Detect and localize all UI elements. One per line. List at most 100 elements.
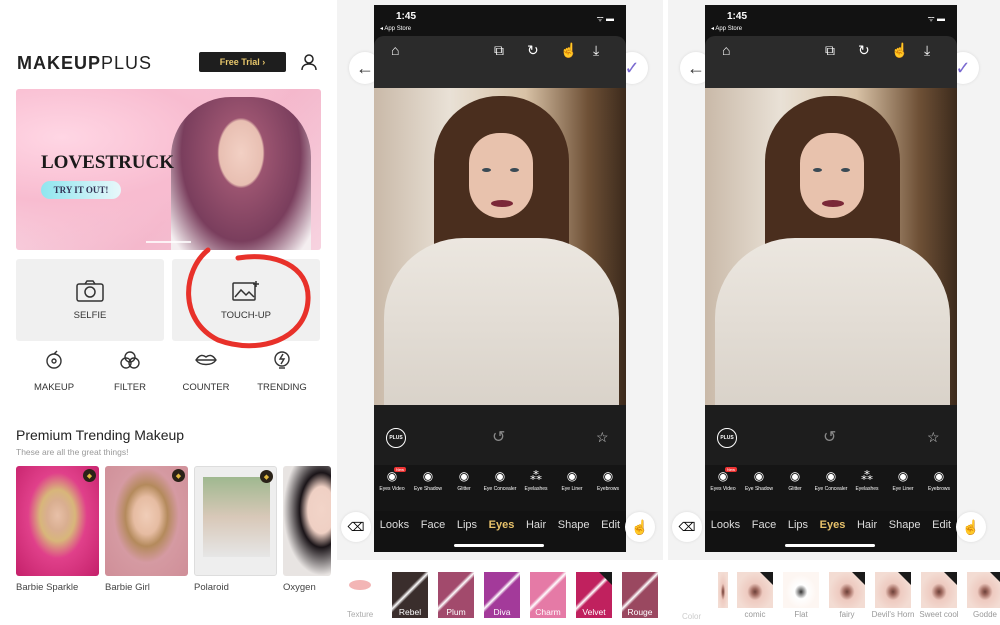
touch-icon[interactable]: ☝ [891, 42, 908, 59]
download-icon[interactable]: ⤓ [593, 42, 599, 59]
eye-feature-icon: ◉ [566, 469, 578, 483]
feature-item[interactable]: ◉ Eye Liner [554, 465, 590, 511]
portrait-photo [705, 88, 957, 408]
filter-button[interactable]: FILTER [95, 350, 165, 393]
wifi-battery-icon: ᯤ ▬ [927, 14, 945, 23]
tab-shape[interactable]: Shape [889, 519, 921, 531]
banner-model-image [171, 97, 311, 250]
feature-item[interactable]: ◉ Eyes Video New [374, 465, 410, 511]
tab-lips[interactable]: Lips [457, 519, 477, 531]
tab-hair[interactable]: Hair [526, 519, 546, 531]
counter-button[interactable]: COUNTER [171, 350, 241, 393]
download-icon[interactable]: ⤓ [924, 42, 930, 59]
reset-icon[interactable]: ↻ [858, 42, 870, 59]
premium-diamond-icon [990, 572, 1000, 585]
look-label: Polaroid [194, 582, 229, 593]
tab-edit[interactable]: Edit [932, 519, 951, 531]
feature-item[interactable]: ◉ Eye Concealer [813, 465, 849, 511]
lipstick-swatch[interactable]: Rouge [622, 572, 658, 618]
eye-style-swatch[interactable] [783, 572, 819, 608]
look-thumbnail[interactable]: ◆ [105, 466, 188, 576]
tab-hair[interactable]: Hair [857, 519, 877, 531]
free-trial-button[interactable]: Free Trial › [199, 52, 286, 72]
category-tabs: Looks Face Lips Eyes Hair Shape Edit [374, 511, 626, 539]
feature-item[interactable]: ◉ Glitter [446, 465, 482, 511]
hand-button[interactable]: ☝ [625, 512, 655, 542]
hand-button[interactable]: ☝ [956, 512, 986, 542]
feature-item[interactable]: ◉ Eye Shadow [741, 465, 777, 511]
undo-icon[interactable]: ↺ [492, 427, 505, 447]
feature-label: Eye Liner [892, 486, 914, 492]
lipstick-swatch[interactable]: Plum [438, 572, 474, 618]
makeup-icon [46, 350, 62, 369]
eraser-button[interactable]: ⌫ [341, 512, 371, 542]
eye-feature-icon: ◉ [825, 469, 837, 483]
tab-looks[interactable]: Looks [380, 519, 409, 531]
eye-style-swatch[interactable] [829, 572, 865, 608]
compare-icon[interactable]: ⧉ [825, 42, 835, 59]
try-it-out-button[interactable]: TRY IT OUT! [41, 181, 121, 199]
feature-item[interactable]: ◉ Eyebrows [590, 465, 626, 511]
tab-face[interactable]: Face [752, 519, 776, 531]
home-icon[interactable]: ⌂ [722, 42, 730, 58]
eye-style-swatch[interactable] [967, 572, 1000, 608]
tab-eyes[interactable]: Eyes [820, 519, 846, 531]
feature-item[interactable]: ◉ Glitter [777, 465, 813, 511]
look-thumbnail[interactable]: ◆ [16, 466, 99, 576]
section-title: Premium Trending Makeup [16, 427, 185, 443]
plus-icon[interactable]: PLUS [717, 428, 737, 448]
feature-label: Eyelashes [855, 486, 879, 492]
clock: 1:45 [727, 11, 748, 22]
trending-button[interactable]: TRENDING [247, 350, 317, 393]
profile-icon[interactable] [300, 53, 318, 76]
app-logo: MAKEUPPLUS [17, 53, 153, 73]
compare-icon[interactable]: ⧉ [494, 42, 504, 59]
lipstick-swatch[interactable]: Charm [530, 572, 566, 618]
feature-item[interactable]: ◉ Eye Concealer [482, 465, 518, 511]
lipstick-swatch[interactable]: Diva [484, 572, 520, 618]
feature-item[interactable]: ◉ Eye Shadow [410, 465, 446, 511]
home-icon[interactable]: ⌂ [391, 42, 399, 58]
feature-item[interactable]: ⁂ Eyelashes [849, 465, 885, 511]
lipstick-swatch[interactable]: Velvet [576, 572, 612, 618]
promo-banner[interactable]: LOVESTRUCK TRY IT OUT! [16, 89, 321, 250]
counter-label: COUNTER [182, 382, 230, 393]
look-thumbnail[interactable] [283, 466, 331, 576]
tab-eyes[interactable]: Eyes [489, 519, 515, 531]
tab-shape[interactable]: Shape [558, 519, 590, 531]
tab-face[interactable]: Face [421, 519, 445, 531]
eye-style-swatch[interactable] [718, 572, 728, 608]
texture-button[interactable]: Texture [347, 610, 373, 619]
controls-bar: PLUS ↺ ☆ [374, 405, 626, 465]
back-to-app-store[interactable]: ◂ App Store [711, 25, 742, 32]
feature-item[interactable]: ◉ Eyes Video New [705, 465, 741, 511]
eye-style-swatch[interactable] [921, 572, 957, 608]
tab-looks[interactable]: Looks [711, 519, 740, 531]
trending-label: TRENDING [257, 382, 307, 393]
reset-icon[interactable]: ↻ [527, 42, 539, 59]
plus-icon[interactable]: PLUS [386, 428, 406, 448]
hand-pointer-icon: ☝ [631, 518, 649, 535]
color-button[interactable]: Color [682, 612, 701, 621]
back-to-app-store[interactable]: ◂ App Store [380, 25, 411, 32]
touch-icon[interactable]: ☝ [560, 42, 577, 59]
eraser-button[interactable]: ⌫ [672, 512, 702, 542]
eye-style-swatch[interactable] [875, 572, 911, 608]
bookmark-icon[interactable]: ☆ [927, 429, 940, 446]
lips-icon [195, 354, 217, 366]
feature-item[interactable]: ⁂ Eyelashes [518, 465, 554, 511]
eye-style-swatch[interactable] [737, 572, 773, 608]
makeup-button[interactable]: MAKEUP [19, 350, 89, 393]
selfie-button[interactable]: SELFIE [16, 259, 164, 341]
look-thumbnail[interactable]: ◆ [194, 466, 277, 576]
banner-title: LOVESTRUCK [41, 152, 175, 173]
tab-edit[interactable]: Edit [601, 519, 620, 531]
eye-feature-icon: ◉ [602, 469, 614, 483]
feature-item[interactable]: ◉ Eyebrows [921, 465, 957, 511]
undo-icon[interactable]: ↺ [823, 427, 836, 447]
home-indicator [785, 544, 875, 547]
tab-lips[interactable]: Lips [788, 519, 808, 531]
lipstick-swatch[interactable]: Rebel [392, 572, 428, 618]
feature-item[interactable]: ◉ Eye Liner [885, 465, 921, 511]
bookmark-icon[interactable]: ☆ [596, 429, 609, 446]
